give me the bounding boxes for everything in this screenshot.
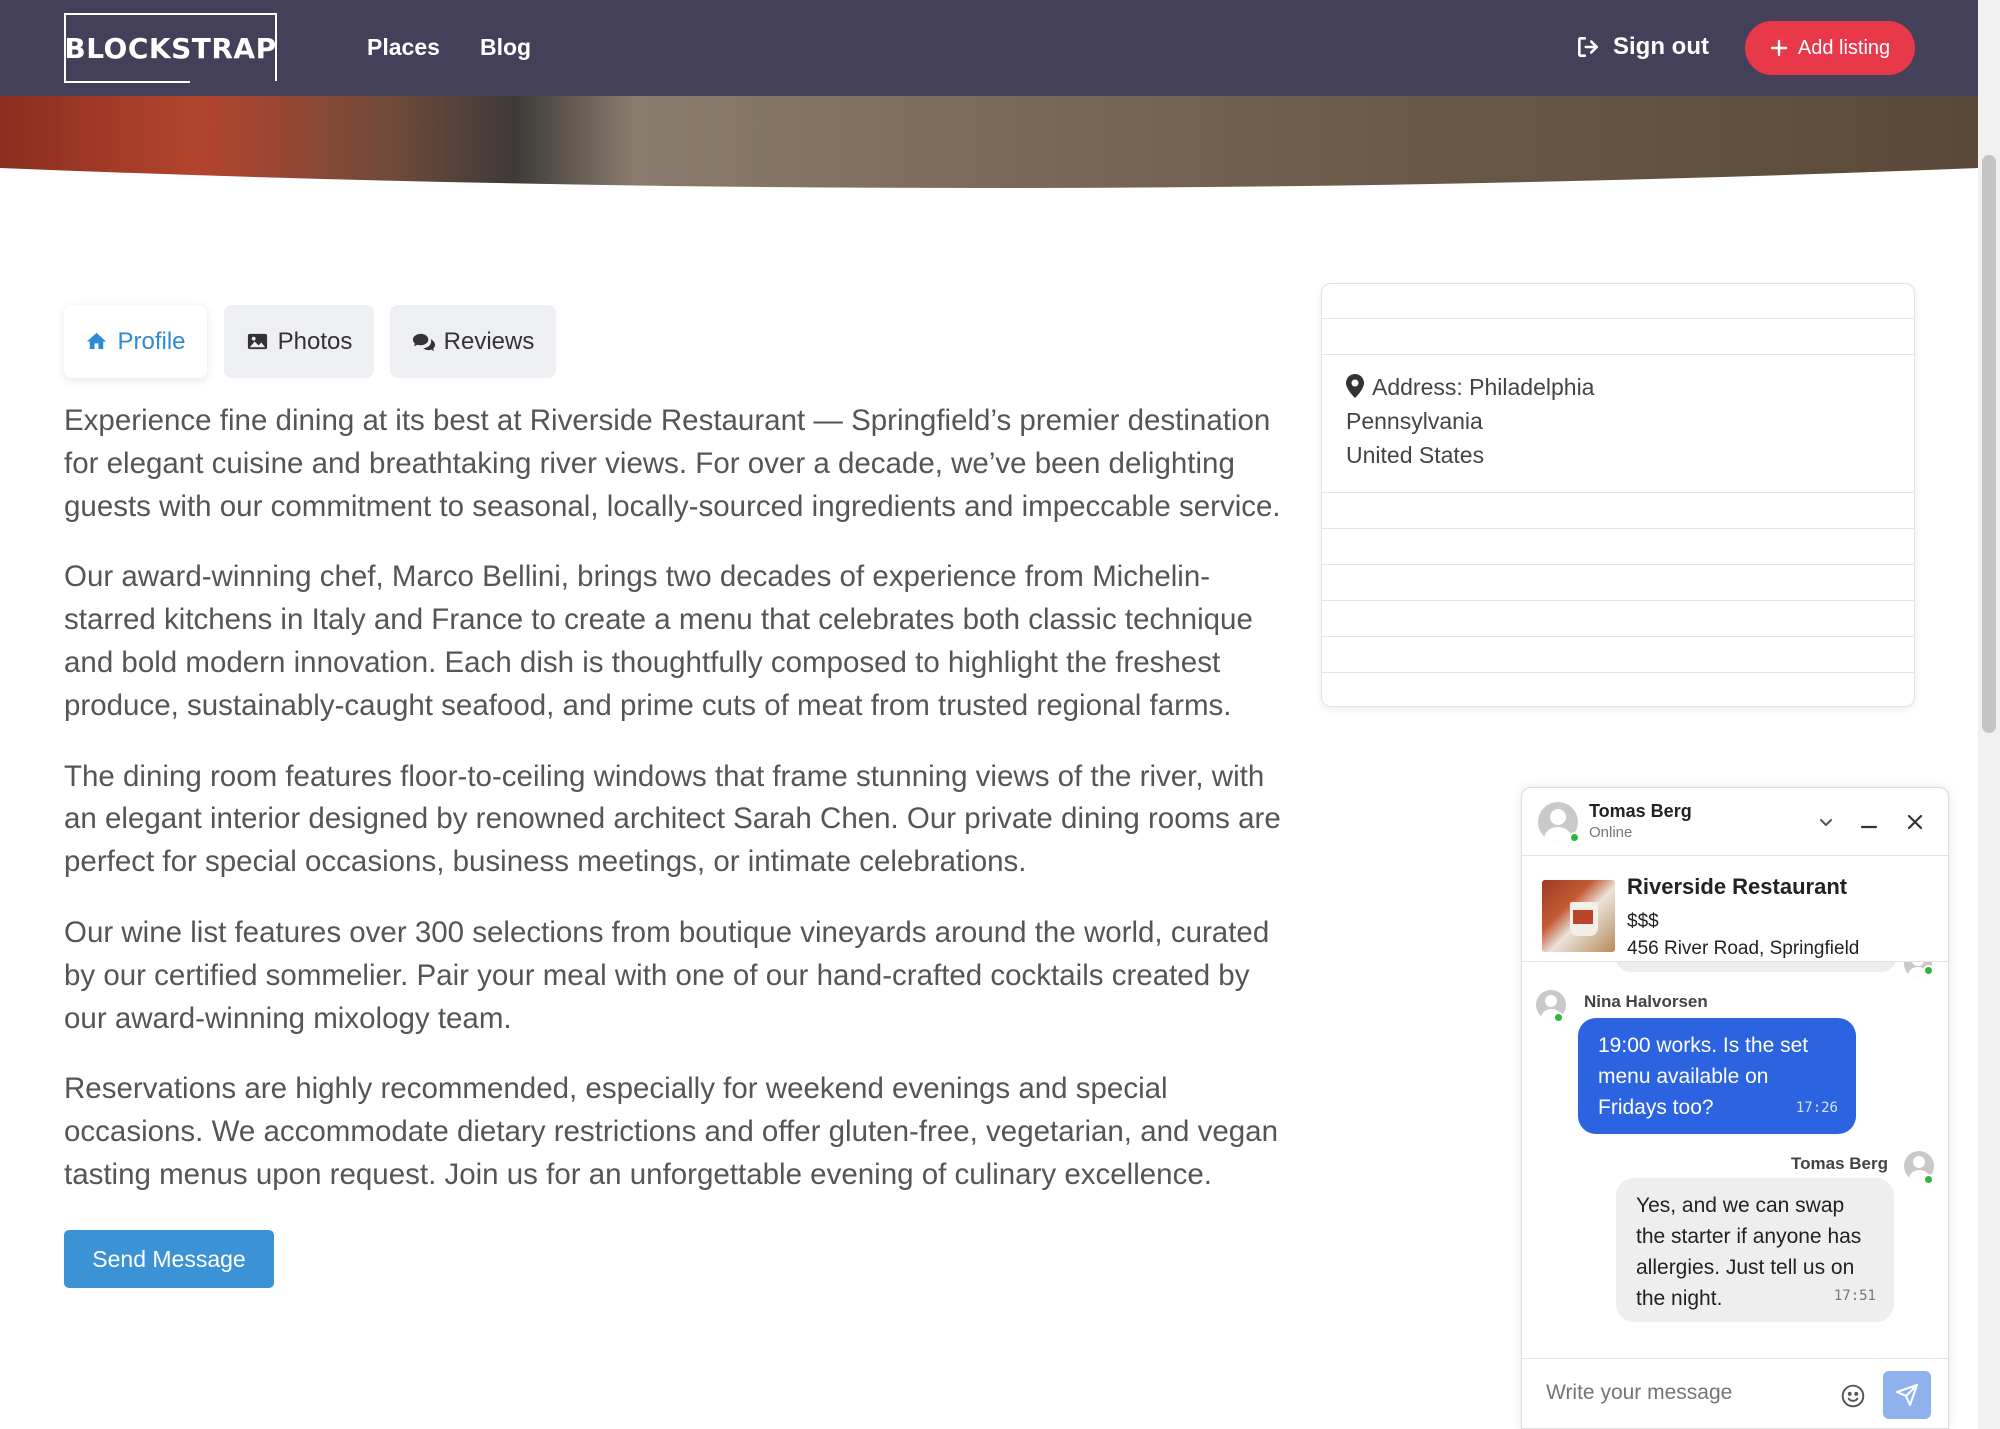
chevron-down-icon[interactable] — [1814, 810, 1838, 834]
card-divider — [1322, 318, 1914, 319]
tab-reviews[interactable]: Reviews — [390, 305, 556, 378]
emoji-icon[interactable] — [1840, 1383, 1866, 1409]
message-input[interactable] — [1546, 1381, 1836, 1405]
brand-border-gap — [190, 81, 280, 85]
message-sender: Nina Halvorsen — [1584, 992, 1708, 1011]
description-paragraph: The dining room features floor-to-ceilin… — [64, 759, 1281, 879]
card-divider — [1322, 600, 1914, 601]
chat-contact-status: Online — [1589, 824, 1633, 841]
listing-description: Experience fine dining at its best at Ri… — [64, 400, 1296, 1225]
message-time: 17:51 — [1833, 1288, 1876, 1304]
top-navbar: BLOCKSTRAP Places Blog Sign out Add list… — [0, 0, 1978, 96]
add-listing-label: Add listing — [1797, 36, 1891, 59]
close-icon[interactable] — [1903, 810, 1927, 834]
message-bubble-incoming: 19:00 works. Is the set menu available o… — [1578, 1018, 1856, 1134]
listing-info-card: Address: Philadelphia Pennsylvania Unite… — [1321, 283, 1915, 707]
chat-header: Tomas Berg Online — [1522, 788, 1948, 856]
message-list[interactable]: Nina Halvorsen 19:00 works. Is the set m… — [1522, 962, 1948, 1344]
image-icon — [247, 333, 267, 350]
address-line-3: United States — [1346, 442, 1485, 468]
chat-composer — [1522, 1358, 1948, 1428]
send-message-button[interactable]: Send Message — [64, 1230, 274, 1288]
nav-link-places[interactable]: Places — [367, 34, 440, 61]
nav-link-blog[interactable]: Blog — [480, 34, 531, 61]
sign-out-button[interactable]: Sign out — [1575, 33, 1709, 61]
description-paragraph: Our award-winning chef, Marco Bellini, b… — [64, 560, 1253, 722]
online-indicator — [1569, 832, 1580, 843]
address-line-1: Address: Philadelphia — [1372, 374, 1595, 400]
add-listing-button[interactable]: Add listing — [1745, 21, 1915, 75]
minimize-icon[interactable] — [1857, 810, 1881, 834]
tab-reviews-label: Reviews — [443, 327, 535, 355]
message-time: 17:26 — [1795, 1100, 1838, 1116]
previous-message-bubble — [1616, 962, 1896, 972]
scrollbar-thumb[interactable] — [1982, 155, 1996, 733]
chat-widget: Tomas Berg Online Riverside Restaurant $… — [1521, 787, 1949, 1429]
card-divider — [1322, 672, 1914, 673]
message-text: 19:00 works. Is the set menu available o… — [1598, 1034, 1809, 1119]
sign-out-icon — [1578, 37, 1598, 57]
sign-out-label: Sign out — [1613, 33, 1709, 60]
listing-address: 456 River Road, Springfield — [1627, 938, 1860, 959]
message-bubble-outgoing: Yes, and we can swap the starter if anyo… — [1616, 1178, 1894, 1322]
description-paragraph: Experience fine dining at its best at Ri… — [64, 404, 1281, 523]
chat-listing-card[interactable]: Riverside Restaurant $$$ 456 River Road,… — [1522, 856, 1948, 962]
home-icon — [87, 332, 107, 350]
message-sender: Tomas Berg — [1791, 1154, 1888, 1173]
plus-icon — [1770, 39, 1788, 57]
online-indicator — [1923, 1174, 1934, 1185]
card-divider — [1322, 354, 1914, 355]
message-text: Yes, and we can swap the starter if anyo… — [1636, 1194, 1862, 1310]
card-divider — [1322, 492, 1914, 493]
send-button[interactable] — [1883, 1371, 1931, 1419]
online-indicator — [1553, 1012, 1564, 1023]
card-divider — [1322, 636, 1914, 637]
tab-profile-label: Profile — [117, 327, 186, 355]
paper-plane-icon — [1896, 1384, 1918, 1406]
description-paragraph: Our wine list features over 300 selectio… — [64, 915, 1270, 1035]
comments-icon — [412, 333, 435, 352]
tab-photos[interactable]: Photos — [224, 305, 374, 378]
address-line-2: Pennsylvania — [1346, 408, 1483, 434]
online-indicator — [1923, 965, 1934, 976]
tab-profile[interactable]: Profile — [64, 305, 207, 378]
listing-name: Riverside Restaurant — [1627, 874, 1848, 899]
hero-curve — [0, 168, 1978, 188]
page-scrollbar[interactable] — [1978, 0, 2000, 1429]
hero-image — [0, 96, 1978, 188]
brand-logo[interactable]: BLOCKSTRAP — [64, 13, 277, 83]
tab-photos-label: Photos — [277, 327, 353, 355]
chat-contact-name: Tomas Berg — [1589, 801, 1692, 821]
listing-thumbnail — [1542, 880, 1615, 952]
mug-print — [1573, 910, 1593, 924]
address-block: Address: Philadelphia Pennsylvania Unite… — [1346, 370, 1594, 472]
card-divider — [1322, 564, 1914, 565]
card-divider — [1322, 528, 1914, 529]
map-pin-icon — [1346, 374, 1364, 398]
description-paragraph: Reservations are highly recommended, esp… — [64, 1072, 1278, 1191]
listing-price: $$$ — [1627, 911, 1659, 932]
